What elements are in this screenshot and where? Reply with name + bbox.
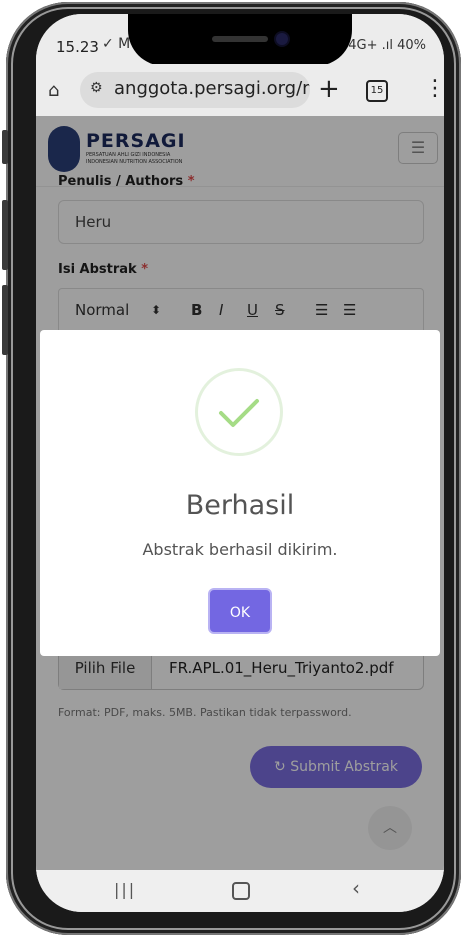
dialog-message: Abstrak berhasil dikirim.: [142, 540, 338, 559]
home-nav-icon[interactable]: [232, 882, 250, 900]
phone-side-button: [2, 200, 8, 270]
back-icon[interactable]: ‹: [352, 876, 360, 900]
site-settings-icon[interactable]: ⚙: [90, 80, 103, 96]
url-text: anggota.persagi.org/m: [114, 78, 310, 99]
signal-battery-indicator: 4G+ .ıl 40%: [348, 38, 426, 53]
browser-toolbar: ⌂ ⚙ anggota.persagi.org/m + 15 ⋮: [36, 64, 444, 116]
dialog-title: Berhasil: [185, 490, 295, 521]
address-bar[interactable]: ⚙ anggota.persagi.org/m: [80, 72, 310, 108]
phone-side-button: [2, 285, 8, 355]
android-nav-bar: ||| ‹: [36, 870, 444, 912]
home-icon[interactable]: ⌂: [48, 81, 68, 101]
front-camera: [276, 33, 288, 45]
status-time: 15.23: [56, 38, 99, 56]
speaker-grille: [212, 36, 268, 42]
new-tab-button[interactable]: +: [318, 74, 340, 104]
recent-apps-icon[interactable]: |||: [114, 880, 136, 899]
notification-icons: ✓ M: [102, 36, 131, 52]
success-dialog: Berhasil Abstrak berhasil dikirim. OK: [40, 330, 440, 656]
tab-switcher-button[interactable]: 15: [366, 80, 388, 102]
success-check-icon: [195, 368, 283, 456]
ok-button[interactable]: OK: [208, 588, 272, 634]
camera-notch: [128, 14, 352, 66]
browser-menu-icon[interactable]: ⋮: [424, 76, 444, 101]
phone-side-button: [2, 130, 8, 164]
